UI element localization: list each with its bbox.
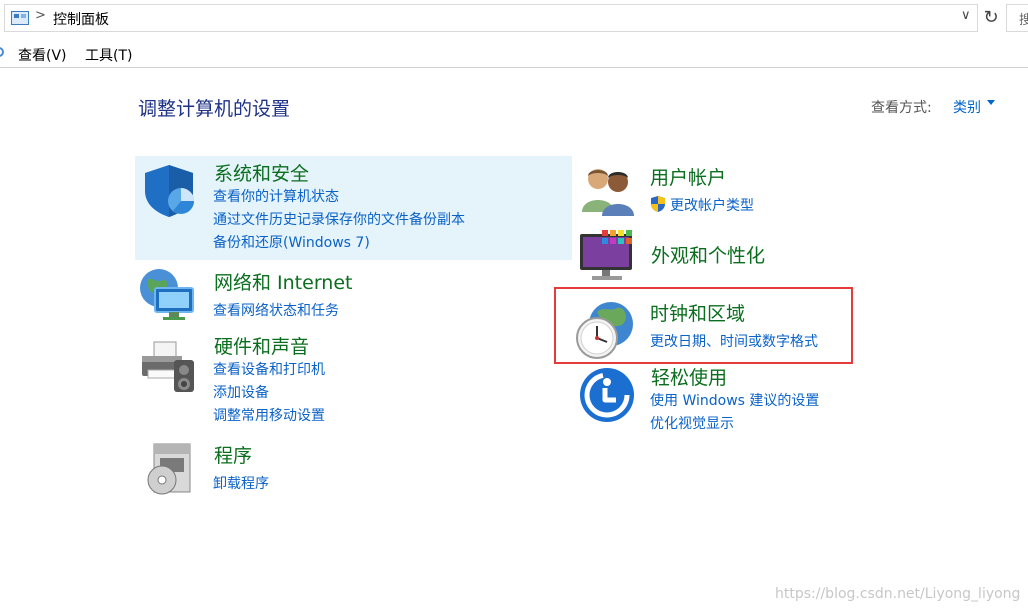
link-network-status[interactable]: 查看网络状态和任务 — [213, 300, 339, 320]
control-panel-icon — [11, 11, 29, 25]
programs-disc-icon[interactable] — [146, 442, 194, 496]
link-view-computer-status[interactable]: 查看你的计算机状态 — [213, 186, 339, 206]
menu-bar: 查看(V) 工具(T) — [0, 38, 1028, 68]
breadcrumb-separator-icon[interactable]: > — [35, 8, 46, 23]
category-title-programs[interactable]: 程序 — [214, 441, 252, 468]
link-change-account-type[interactable]: 更改帐户类型 — [670, 195, 754, 215]
link-mobility-settings[interactable]: 调整常用移动设置 — [213, 405, 325, 425]
printer-icon[interactable] — [140, 340, 198, 396]
link-add-device[interactable]: 添加设备 — [213, 382, 269, 402]
category-title-appearance[interactable]: 外观和个性化 — [651, 241, 765, 268]
view-by-label: 查看方式: — [871, 100, 932, 116]
uac-shield-icon — [651, 196, 665, 212]
shield-icon[interactable] — [141, 163, 197, 219]
search-input[interactable]: 搜 — [1006, 4, 1028, 32]
category-title-hardware[interactable]: 硬件和声音 — [214, 332, 309, 359]
menu-view[interactable]: 查看(V) — [18, 45, 67, 65]
menu-tools[interactable]: 工具(T) — [85, 45, 132, 65]
page-title: 调整计算机的设置 — [138, 98, 291, 120]
category-title-system-security[interactable]: 系统和安全 — [214, 159, 309, 186]
monitor-colors-icon[interactable] — [578, 228, 638, 284]
breadcrumb-control-panel[interactable]: 控制面板 — [53, 9, 109, 29]
address-field[interactable]: > 控制面板 ∨ — [4, 4, 978, 32]
chevron-down-icon[interactable] — [987, 100, 995, 105]
watermark: https://blog.csdn.net/Liyong_liyong — [775, 586, 1021, 602]
link-file-history[interactable]: 通过文件历史记录保存你的文件备份副本 — [213, 209, 465, 229]
refresh-icon[interactable]: ↻ — [980, 5, 1002, 31]
chevron-down-icon[interactable]: ∨ — [961, 8, 971, 23]
users-icon[interactable] — [580, 164, 636, 216]
address-bar: > 控制面板 ∨ ↻ 搜 — [0, 0, 1028, 36]
view-by-dropdown[interactable]: 类别 — [953, 97, 981, 117]
link-backup-restore[interactable]: 备份和还原(Windows 7) — [213, 232, 370, 252]
category-title-ease-of-access[interactable]: 轻松使用 — [651, 363, 727, 390]
annotation-highlight-box — [554, 287, 853, 364]
category-title-user-accounts[interactable]: 用户帐户 — [650, 163, 726, 190]
link-recommended-settings[interactable]: 使用 Windows 建议的设置 — [650, 390, 819, 410]
network-globe-icon[interactable] — [139, 266, 197, 324]
window-edge-icon — [0, 47, 4, 57]
category-title-network[interactable]: 网络和 Internet — [214, 268, 352, 295]
link-uninstall-program[interactable]: 卸载程序 — [213, 473, 269, 493]
ease-of-access-icon[interactable] — [578, 366, 636, 424]
link-devices-printers[interactable]: 查看设备和打印机 — [213, 359, 325, 379]
link-optimize-visual-display[interactable]: 优化视觉显示 — [650, 413, 734, 433]
